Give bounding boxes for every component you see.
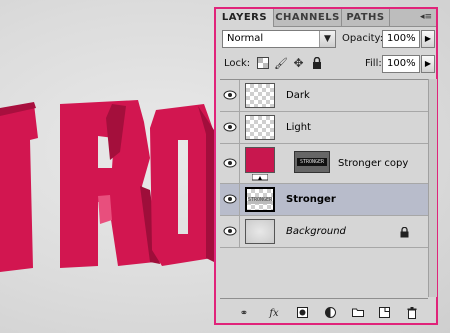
layer-style-fx-icon[interactable]: fx [266, 307, 282, 321]
layer-thumbnail [245, 219, 275, 244]
blend-mode-value: Normal [227, 33, 264, 44]
tab-paths[interactable]: PATHS [342, 9, 390, 26]
eye-icon [223, 158, 237, 168]
opacity-input[interactable]: 100% [382, 30, 420, 48]
eye-icon [223, 194, 237, 204]
layer-name: Background [286, 226, 346, 237]
layer-thumbnail: STRONGER [245, 187, 275, 212]
eye-icon [223, 226, 237, 236]
blend-mode-select[interactable]: Normal ▼ [222, 30, 336, 48]
layer-name: Dark [286, 90, 310, 101]
tab-channels[interactable]: CHANNELS [274, 9, 342, 26]
lock-label: Lock: [224, 58, 251, 69]
opacity-label: Opacity: [342, 33, 384, 44]
visibility-toggle[interactable] [220, 144, 240, 183]
lock-fill-row: Lock: 🖌 ✥ Fill: 100% ▶ [222, 55, 435, 73]
lock-image-pixels-brush-icon[interactable]: 🖌 [274, 57, 288, 70]
layer-name: Stronger [286, 194, 336, 205]
link-layers-icon[interactable]: ⚭ [236, 307, 252, 321]
new-layer-icon[interactable] [376, 307, 392, 321]
chevron-down-icon[interactable]: ▼ [319, 31, 335, 47]
lock-position-move-icon[interactable]: ✥ [292, 57, 305, 70]
mask-text: STRONGER [297, 158, 327, 166]
delete-layer-trash-icon[interactable] [404, 307, 420, 321]
layer-thumbnail [245, 83, 275, 108]
layer-name: Light [286, 122, 311, 133]
fill-slider-arrow-icon[interactable]: ▶ [421, 55, 435, 73]
layer-thumbnail [245, 115, 275, 140]
new-group-folder-icon[interactable] [350, 307, 366, 321]
adjustment-layer-icon[interactable] [322, 307, 338, 321]
panel-bottom-toolbar: ⚭ fx [236, 307, 436, 321]
lock-transparent-pixels-icon[interactable] [256, 57, 269, 70]
visibility-toggle[interactable] [220, 80, 240, 111]
layer-row-light[interactable]: Light [220, 112, 428, 144]
fill-input[interactable]: 100% [382, 55, 420, 73]
layer-row-stronger-copy[interactable]: STRONGER Stronger copy [220, 144, 428, 184]
fill-slider-icon [252, 174, 268, 181]
lock-all-padlock-icon[interactable] [310, 56, 323, 70]
add-mask-icon[interactable] [294, 307, 310, 321]
fill-label: Fill: [365, 58, 382, 69]
visibility-toggle[interactable] [220, 112, 240, 143]
eye-icon [223, 122, 237, 132]
layer-row-stronger[interactable]: STRONGER Stronger [220, 184, 428, 216]
panel-tab-bar: LAYERS CHANNELS PATHS ◂≡ [216, 9, 436, 27]
visibility-toggle[interactable] [220, 184, 240, 215]
eye-icon [223, 90, 237, 100]
layer-mask-thumbnail: STRONGER [294, 151, 330, 173]
thumb-text: STRONGER [248, 197, 273, 204]
letter-t-fragment [0, 104, 38, 272]
tab-layers[interactable]: LAYERS [216, 9, 274, 27]
layers-panel: LAYERS CHANNELS PATHS ◂≡ Normal ▼ Opacit… [214, 7, 438, 325]
layer-name: Stronger copy [338, 158, 409, 169]
color-fill-thumbnail [245, 147, 275, 173]
opacity-slider-arrow-icon[interactable]: ▶ [421, 30, 435, 48]
visibility-toggle[interactable] [220, 216, 240, 247]
layers-scrollbar[interactable] [428, 79, 437, 297]
lock-icon [400, 227, 409, 238]
blend-opacity-row: Normal ▼ Opacity: 100% ▶ [222, 30, 435, 48]
panel-menu-icon[interactable]: ◂≡ [419, 11, 433, 23]
layers-list: Dark Light STRONGER Stronger copy STRONG… [220, 79, 428, 299]
layer-row-background[interactable]: Background [220, 216, 428, 248]
layer-row-dark[interactable]: Dark [220, 80, 428, 112]
